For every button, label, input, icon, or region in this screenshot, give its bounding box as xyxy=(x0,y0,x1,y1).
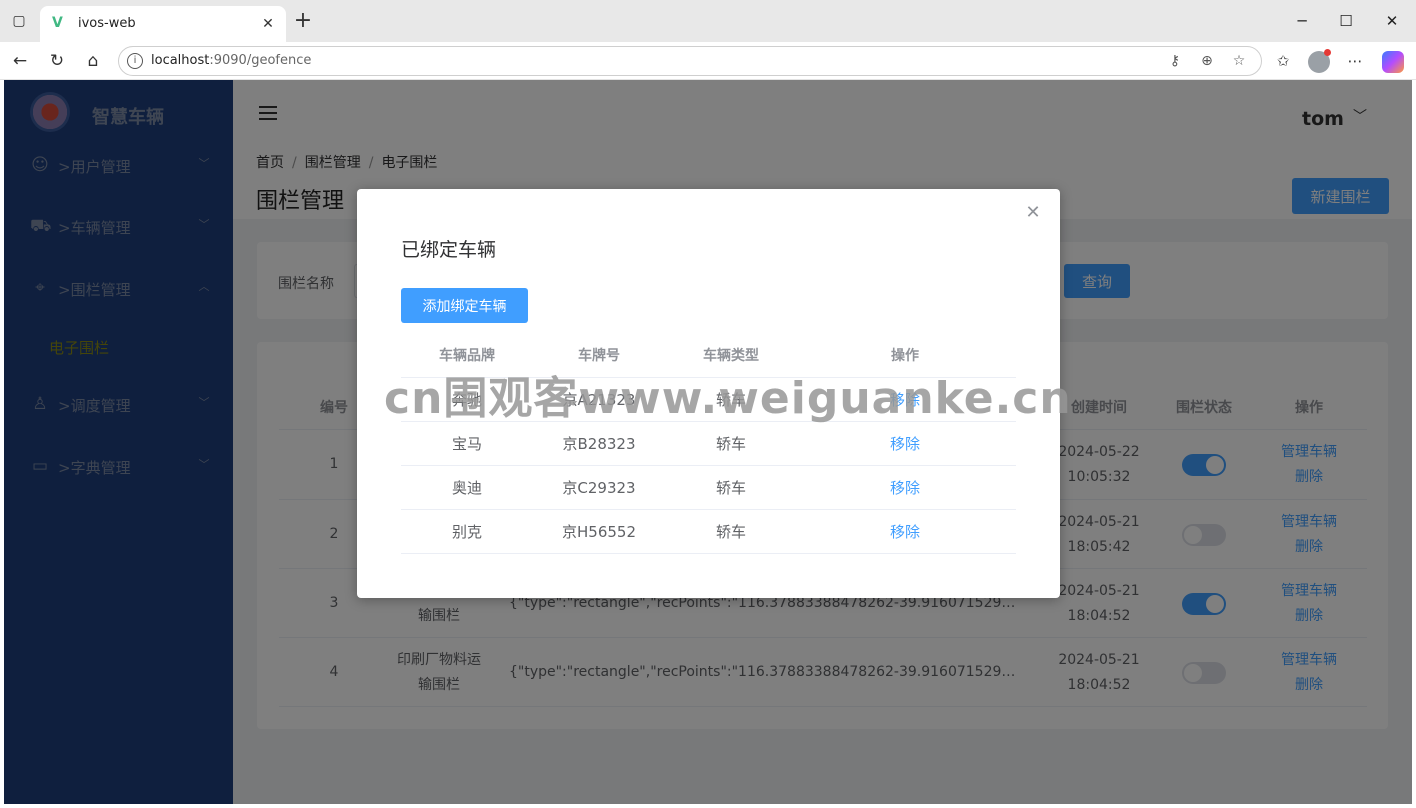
dialog-table-header: 车辆品牌 车牌号 车辆类型 操作 xyxy=(401,334,1016,378)
favorite-star-icon[interactable]: ☆ xyxy=(1229,52,1249,70)
dialog-title: 已绑定车辆 xyxy=(401,239,497,261)
tab-close-icon[interactable]: ✕ xyxy=(258,14,278,34)
url-text: localhost:9090/geofence xyxy=(151,53,312,68)
close-icon[interactable]: ✕ xyxy=(1023,203,1043,223)
col-op: 操作 xyxy=(891,348,919,364)
copilot-icon[interactable] xyxy=(1382,51,1404,73)
cell-type: 轿车 xyxy=(715,479,746,497)
window-menu-icon[interactable]: ▢ xyxy=(10,12,28,30)
maximize-icon[interactable]: ☐ xyxy=(1331,10,1361,32)
cell-type: 轿车 xyxy=(715,435,746,453)
more-icon[interactable]: ⋯ xyxy=(1344,51,1366,71)
address-bar: ← ↻ ⌂ i localhost:9090/geofence ⚷ ⊕ ☆ ✩ … xyxy=(0,42,1416,80)
table-row: 奥迪 京C29323 轿车 移除 xyxy=(401,466,1016,510)
cell-type: 轿车 xyxy=(715,391,746,409)
window-close-icon[interactable]: ✕ xyxy=(1377,10,1407,32)
vue-favicon-icon: V xyxy=(52,15,63,31)
home-icon[interactable]: ⌂ xyxy=(81,50,105,72)
remove-link[interactable]: 移除 xyxy=(861,466,949,510)
reload-icon[interactable]: ↻ xyxy=(45,50,69,72)
favorites-icon[interactable]: ✩ xyxy=(1272,51,1294,71)
remove-link[interactable]: 移除 xyxy=(861,510,949,554)
table-row: 奔驰 京A21323 轿车 移除 xyxy=(401,378,1016,422)
tab-title: ivos-web xyxy=(78,16,136,31)
remove-link[interactable]: 移除 xyxy=(861,378,949,422)
cell-plate: 京A21323 xyxy=(562,391,636,409)
cell-brand: 奔驰 xyxy=(451,391,482,409)
new-tab-icon[interactable]: + xyxy=(292,10,314,33)
browser-tab-bar: ▢ V ivos-web ✕ + ─ ☐ ✕ xyxy=(0,0,1416,42)
cell-type: 轿车 xyxy=(715,523,746,541)
notification-dot xyxy=(1324,49,1331,56)
col-brand: 车辆品牌 xyxy=(439,348,495,364)
browser-tab[interactable]: V ivos-web ✕ xyxy=(40,6,286,42)
col-type: 车辆类型 xyxy=(703,348,759,364)
table-row: 宝马 京B28323 轿车 移除 xyxy=(401,422,1016,466)
cell-plate: 京B28323 xyxy=(562,435,636,453)
key-icon[interactable]: ⚷ xyxy=(1165,52,1185,70)
col-plate: 车牌号 xyxy=(578,348,620,364)
url-field[interactable]: i localhost:9090/geofence ⚷ ⊕ ☆ xyxy=(118,46,1262,76)
cell-plate: 京H56552 xyxy=(562,523,636,541)
add-bound-vehicle-button[interactable]: 添加绑定车辆 xyxy=(401,288,528,323)
remove-link[interactable]: 移除 xyxy=(861,422,949,466)
back-icon[interactable]: ← xyxy=(8,50,32,72)
cell-brand: 奥迪 xyxy=(451,479,482,497)
cell-plate: 京C29323 xyxy=(562,479,636,497)
bound-vehicles-dialog: 已绑定车辆 ✕ 添加绑定车辆 车辆品牌 车牌号 车辆类型 操作 奔驰 京A213… xyxy=(357,189,1060,598)
site-info-icon[interactable]: i xyxy=(127,53,143,69)
zoom-icon[interactable]: ⊕ xyxy=(1197,52,1217,70)
table-row: 别克 京H56552 轿车 移除 xyxy=(401,510,1016,554)
cell-brand: 别克 xyxy=(451,523,482,541)
minimize-icon[interactable]: ─ xyxy=(1287,10,1317,32)
cell-brand: 宝马 xyxy=(451,435,482,453)
